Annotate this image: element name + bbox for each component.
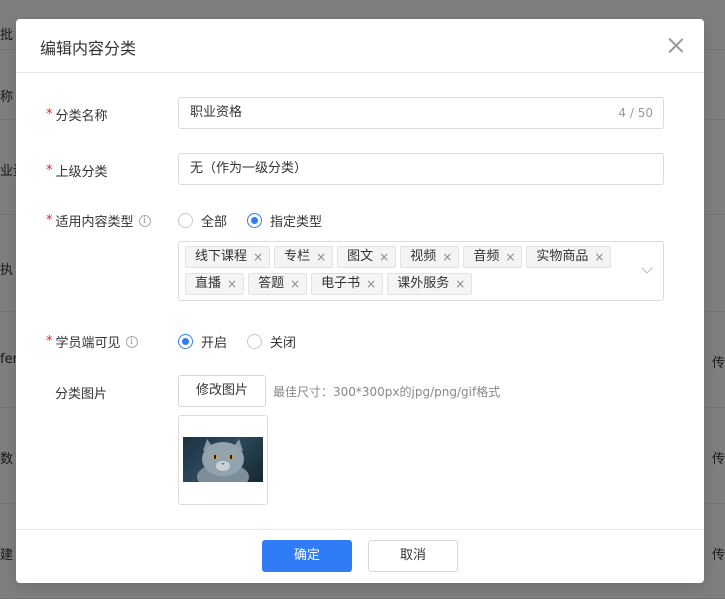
- dialog-footer: 确定 取消: [16, 529, 704, 583]
- content-types-radio-group: 全部 指定类型: [178, 211, 342, 230]
- required-mark: *: [46, 163, 53, 178]
- close-icon[interactable]: ×: [505, 247, 515, 267]
- required-mark: *: [46, 213, 53, 228]
- close-icon[interactable]: ×: [227, 274, 237, 294]
- content-types-label: * 适用内容类型 i: [46, 211, 151, 230]
- cat-photo: [183, 437, 263, 482]
- category-image-label: 分类图片: [55, 387, 108, 402]
- radio-circle[interactable]: [247, 213, 263, 228]
- required-mark: *: [46, 334, 53, 349]
- close-icon[interactable]: [668, 37, 684, 53]
- parent-category-select[interactable]: 无（作为一级分类）: [178, 153, 664, 185]
- close-icon[interactable]: ×: [316, 247, 326, 267]
- radio-circle[interactable]: [247, 334, 263, 349]
- cat-photo-graphic: [197, 439, 249, 482]
- tag-column: 专栏 ×: [274, 246, 334, 268]
- info-icon[interactable]: i: [138, 214, 151, 227]
- tag-offline-course: 线下课程 ×: [185, 246, 271, 268]
- radio-circle[interactable]: [178, 213, 193, 228]
- image-preview[interactable]: [178, 415, 268, 505]
- parent-category-value: 无（作为一级分类）: [190, 161, 308, 176]
- info-icon[interactable]: i: [125, 335, 138, 348]
- close-icon[interactable]: ×: [442, 247, 452, 267]
- tag-live: 直播 ×: [185, 273, 245, 295]
- close-icon[interactable]: ×: [455, 274, 465, 294]
- category-name-label: * 分类名称: [46, 107, 108, 124]
- chevron-down-icon[interactable]: [641, 262, 653, 274]
- image-size-hint: 最佳尺寸：300*300px的jpg/png/gif格式: [273, 385, 501, 399]
- tag-ebook: 电子书 ×: [311, 273, 384, 295]
- radio-circle[interactable]: [178, 334, 193, 349]
- cancel-button[interactable]: 取消: [368, 540, 458, 572]
- required-mark: *: [46, 107, 53, 122]
- dialog-header: 编辑内容分类: [16, 19, 704, 73]
- tag-article: 图文 ×: [337, 246, 397, 268]
- close-icon[interactable]: ×: [366, 274, 376, 294]
- radio-specified-types[interactable]: 指定类型: [247, 211, 322, 230]
- close-icon[interactable]: ×: [290, 274, 300, 294]
- category-name-value: 职业资格: [190, 105, 243, 120]
- radio-all-types[interactable]: 全部: [178, 211, 227, 230]
- tag-list: 线下课程 × 专栏 × 图文 × 视频 × 音频 × 实物商品 × 直播 × 答题 × 电子书 ×…: [185, 246, 625, 300]
- dialog-title: 编辑内容分类: [40, 39, 137, 58]
- parent-category-label: * 上级分类: [46, 163, 108, 180]
- tag-quiz: 答题 ×: [248, 273, 308, 295]
- close-icon[interactable]: ×: [379, 247, 389, 267]
- close-icon[interactable]: ×: [253, 247, 263, 267]
- close-icon[interactable]: ×: [594, 247, 604, 267]
- category-name-input[interactable]: 职业资格 4 / 50: [178, 97, 664, 129]
- tag-extracurricular: 课外服务 ×: [387, 273, 473, 295]
- tag-physical-goods: 实物商品 ×: [526, 246, 612, 268]
- radio-enable[interactable]: 开启: [178, 332, 227, 351]
- edit-category-dialog: 编辑内容分类 * 分类名称 职业资格 4 / 50 * 上级分类 无（作为一级分…: [16, 19, 704, 583]
- tag-video: 视频 ×: [400, 246, 460, 268]
- student-visible-radio-group: 开启 关闭: [178, 332, 316, 351]
- content-types-multiselect[interactable]: 线下课程 × 专栏 × 图文 × 视频 × 音频 × 实物商品 × 直播 × 答题 × 电子书 ×…: [178, 241, 664, 301]
- change-image-button[interactable]: 修改图片: [178, 375, 266, 407]
- student-visible-label: * 学员端可见 i: [46, 332, 138, 351]
- confirm-button[interactable]: 确定: [262, 540, 352, 572]
- tag-audio: 音频 ×: [463, 246, 523, 268]
- radio-disable[interactable]: 关闭: [247, 332, 296, 351]
- char-counter: 4 / 50: [618, 106, 653, 120]
